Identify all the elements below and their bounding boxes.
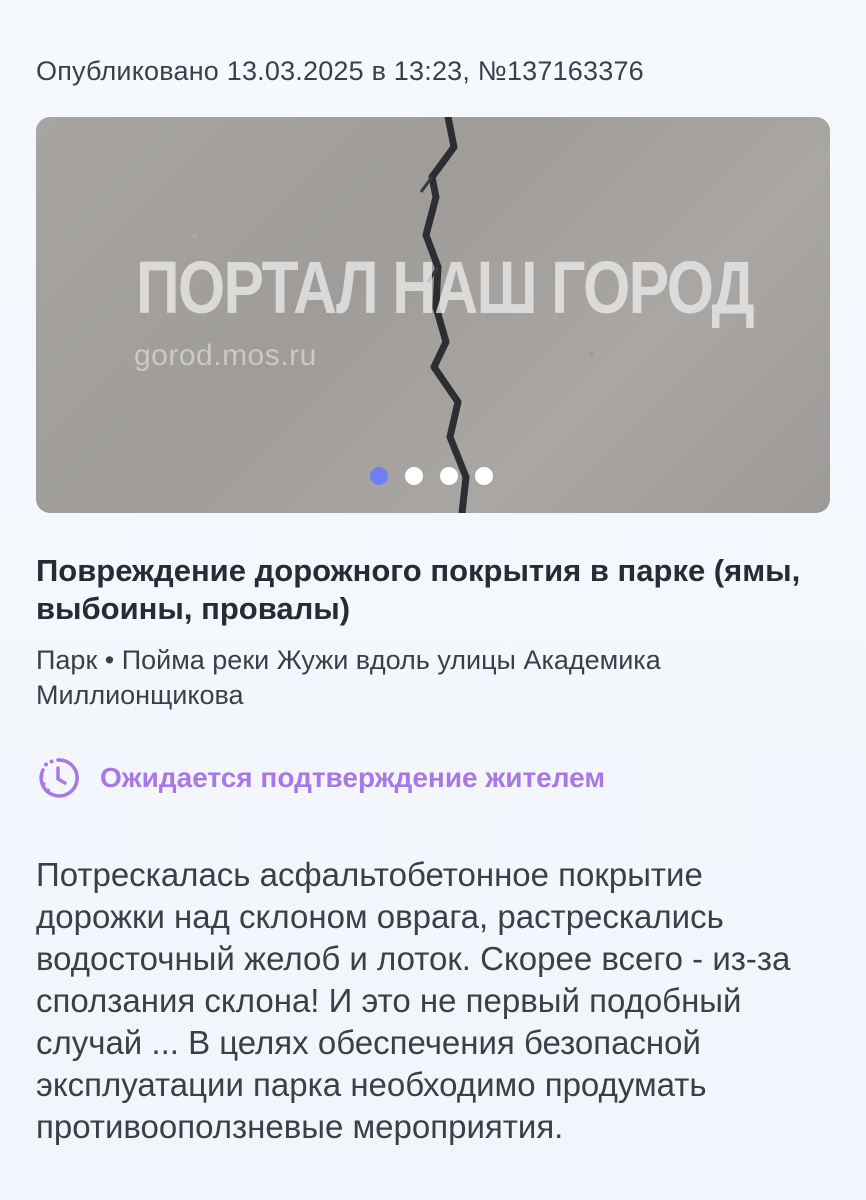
carousel-dot-2[interactable] <box>405 467 423 485</box>
carousel-dot-1[interactable] <box>370 467 388 485</box>
carousel-indicator <box>370 467 493 485</box>
carousel-dot-3[interactable] <box>440 467 458 485</box>
watermark-url: gorod.mos.ru <box>134 339 317 372</box>
clock-dashed-icon <box>39 758 79 798</box>
issue-location: Парк • Пойма реки Жужи вдоль улицы Акаде… <box>36 645 661 710</box>
carousel-dot-4[interactable] <box>475 467 493 485</box>
watermark-title: ПОРТАЛ НАШ ГОРОД <box>136 246 755 329</box>
issue-description: Потрескалась асфальтобетонное покрытие д… <box>36 856 791 1145</box>
status-text: Ожидается подтверждение жителем <box>100 762 606 793</box>
issue-title: Повреждение дорожного покрытия в парке (… <box>36 553 801 626</box>
status-row: Ожидается подтверждение жителем <box>36 756 605 800</box>
photo-carousel[interactable]: ПОРТАЛ НАШ ГОРОД gorod.mos.ru <box>36 117 830 513</box>
published-info: Опубликовано 13.03.2025 в 13:23, №137163… <box>36 56 644 86</box>
